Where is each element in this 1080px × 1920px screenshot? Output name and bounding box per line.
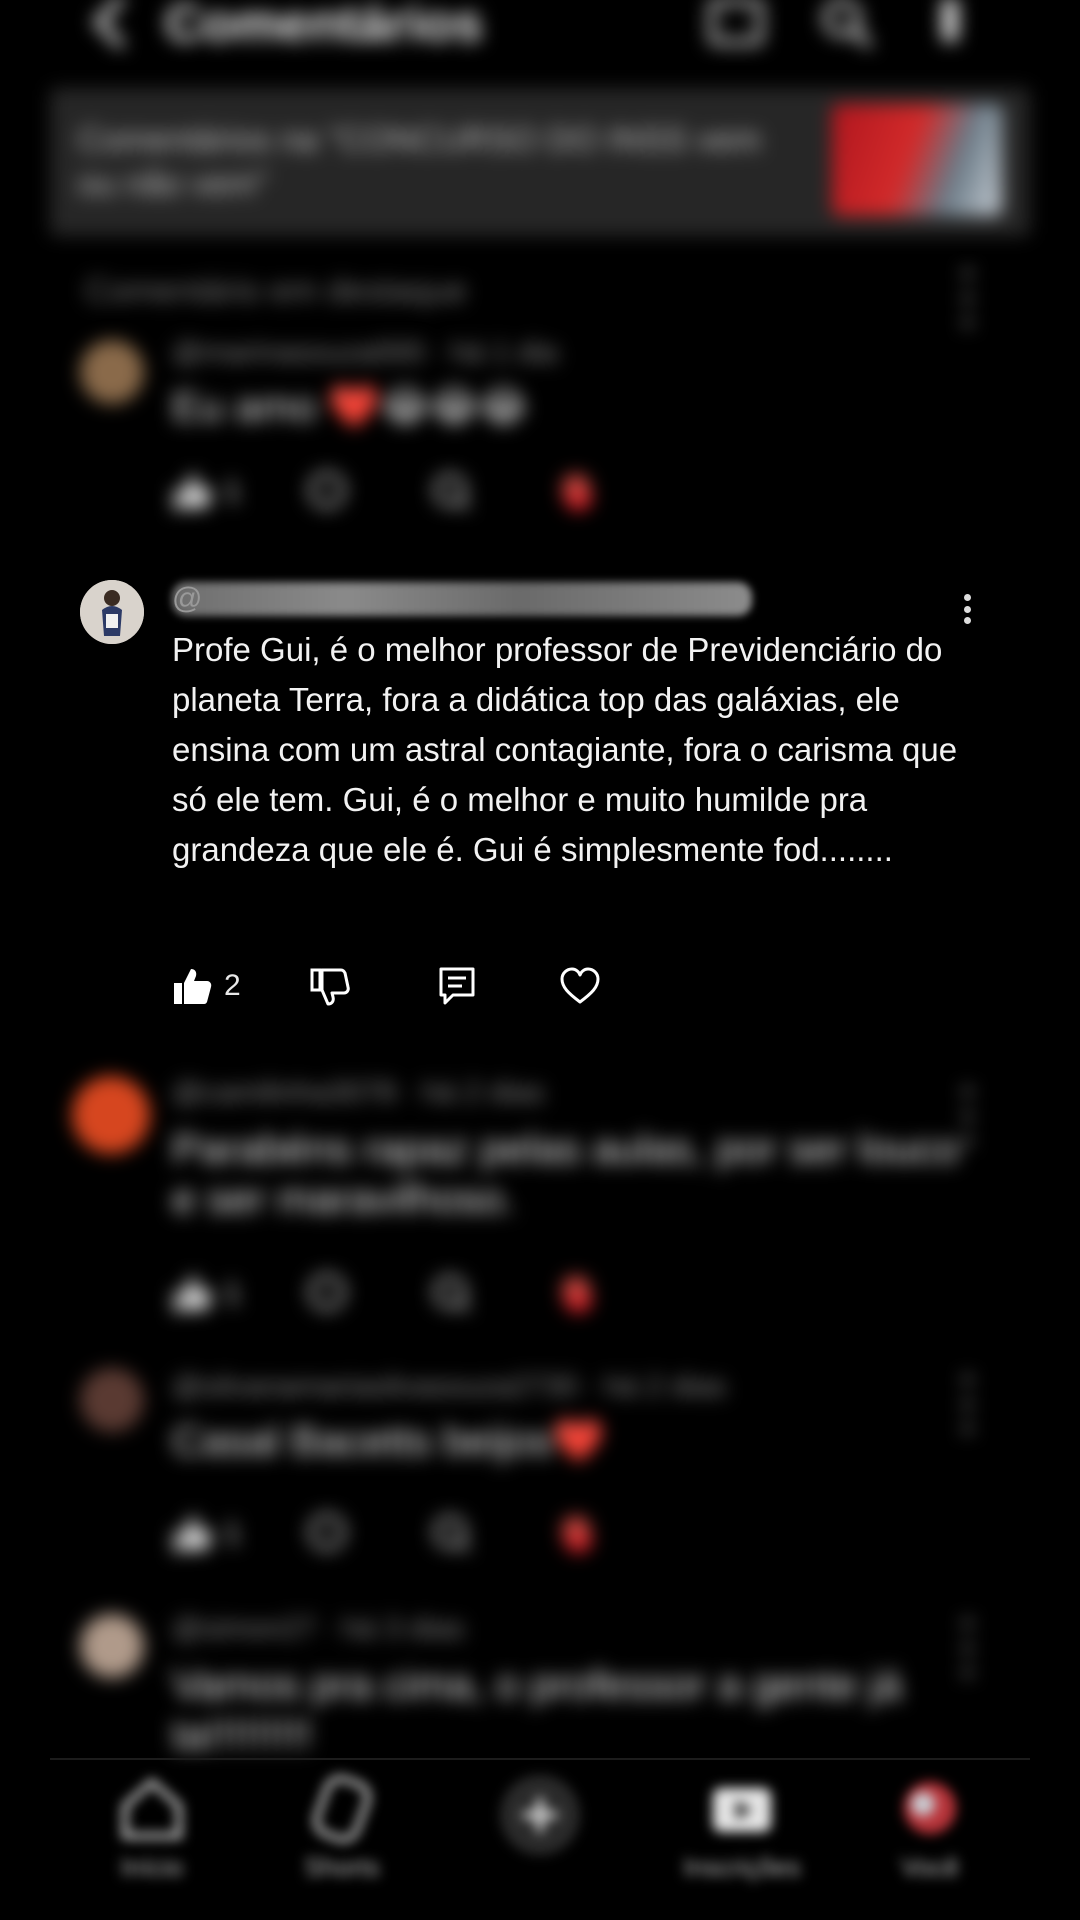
- reply-button[interactable]: [430, 1508, 474, 1560]
- creator-heart-icon: [562, 1516, 592, 1554]
- reply-icon: [434, 474, 470, 510]
- more-vertical-icon[interactable]: [930, 0, 970, 50]
- nav-subscriptions[interactable]: Inscrições: [662, 1774, 822, 1894]
- like-count: 1: [224, 475, 241, 508]
- comment-more-icon[interactable]: [952, 1376, 982, 1432]
- creator-heart-icon: [562, 474, 592, 512]
- creator-heart-badge: [558, 1268, 602, 1320]
- cast-icon[interactable]: [706, 0, 766, 50]
- comment-actions: 1: [170, 1268, 690, 1320]
- thumbs-up-icon: [174, 969, 212, 1004]
- comment-handle[interactable]: @silvanamariasilvasouza2730 · há 2 dias: [172, 1370, 726, 1404]
- like-button[interactable]: 1: [170, 466, 241, 518]
- thumbs-up-icon: [174, 1276, 212, 1312]
- comment-text: Eu amo ❤️😂😂😂: [172, 383, 528, 430]
- like-button[interactable]: 2: [170, 960, 241, 1012]
- dislike-button[interactable]: [305, 1508, 349, 1560]
- thumbs-down-icon: [309, 1514, 345, 1550]
- section-label: Comentário em destaque: [85, 272, 467, 310]
- nav-label: Você: [901, 1852, 959, 1882]
- search-icon[interactable]: [816, 0, 876, 50]
- create-plus-icon: [500, 1775, 580, 1855]
- thumbs-down-icon: [309, 1274, 345, 1310]
- dislike-button[interactable]: [305, 466, 349, 518]
- back-arrow-icon[interactable]: [80, 0, 140, 52]
- nav-create[interactable]: [460, 1774, 620, 1894]
- reply-icon: [439, 967, 475, 1005]
- thumbs-up-icon: [174, 474, 212, 510]
- heart-button[interactable]: [558, 960, 602, 1012]
- comment-text: Casal Bacetts beijos❤️: [172, 1417, 605, 1464]
- avatar[interactable]: [80, 340, 144, 404]
- nav-label: Shorts: [304, 1852, 380, 1882]
- avatar[interactable]: [80, 1368, 144, 1432]
- home-icon: [122, 1777, 182, 1839]
- video-thumbnail[interactable]: [832, 104, 1002, 216]
- nav-label: Início: [120, 1852, 184, 1882]
- nav-you[interactable]: Você: [850, 1774, 1010, 1894]
- avatar[interactable]: [72, 1076, 150, 1154]
- video-title: Comentários na "CONCURSO DO INSS vem ou …: [78, 121, 761, 203]
- top-app-bar: Comentários: [0, 0, 1080, 70]
- avatar[interactable]: [80, 1614, 144, 1678]
- comment-actions: 1: [170, 466, 690, 518]
- comment-more-icon[interactable]: [952, 594, 982, 624]
- comment-handle-redacted[interactable]: [172, 582, 752, 616]
- thumbs-down-icon: [310, 968, 350, 1006]
- avatar[interactable]: [80, 580, 144, 644]
- like-count: 1: [224, 1277, 241, 1310]
- comment-text: Parabéns rapaz pelas aulas, por ser louc…: [172, 1125, 959, 1222]
- reply-icon: [434, 1516, 470, 1552]
- comment-handle-prefix: @: [172, 582, 203, 615]
- heart-icon: [560, 967, 600, 1004]
- avatar-photo: [80, 580, 144, 644]
- like-button[interactable]: 1: [170, 1508, 241, 1560]
- bottom-navigation: Início Shorts Inscrições Você: [50, 1758, 1030, 1920]
- nav-label: Inscrições: [683, 1852, 801, 1882]
- creator-heart-badge: [558, 466, 602, 518]
- comment-actions: 1: [170, 1508, 690, 1560]
- nav-shorts[interactable]: Shorts: [262, 1774, 422, 1894]
- shorts-icon: [313, 1775, 371, 1843]
- comment-more-icon[interactable]: [952, 1088, 982, 1144]
- comment-more-icon[interactable]: [952, 1620, 982, 1676]
- reply-button[interactable]: [430, 1268, 474, 1320]
- video-info-banner[interactable]: Comentários na "CONCURSO DO INSS vem ou …: [50, 88, 1030, 236]
- reply-icon: [434, 1276, 470, 1312]
- comment-handle[interactable]: @marinasouza000 · há 1 dia: [172, 336, 558, 370]
- subscriptions-icon: [713, 1788, 771, 1832]
- comment-handle[interactable]: @camilinha3078 · há 2 dias: [172, 1076, 544, 1110]
- comment-text: Profe Gui, é o melhor professor de Previ…: [172, 631, 958, 868]
- reply-button[interactable]: [430, 466, 474, 518]
- comment-text: Vamos pra cima, o professor a gente já t…: [172, 1661, 902, 1758]
- nav-home[interactable]: Início: [72, 1774, 232, 1894]
- section-more-icon[interactable]: [952, 270, 982, 326]
- dislike-button[interactable]: [308, 960, 352, 1012]
- comment-actions: 2: [170, 960, 690, 1012]
- thumbs-up-icon: [174, 1516, 212, 1552]
- like-count: 1: [224, 1517, 241, 1550]
- thumbs-down-icon: [309, 472, 345, 508]
- like-count: 2: [224, 969, 241, 1002]
- page-title: Comentários: [165, 0, 483, 53]
- creator-heart-badge: [558, 1508, 602, 1560]
- creator-heart-icon: [562, 1276, 592, 1314]
- comment-handle[interactable]: @simon27 · há 3 dias: [172, 1612, 464, 1646]
- like-button[interactable]: 1: [170, 1268, 241, 1320]
- reply-button[interactable]: [435, 960, 479, 1012]
- profile-avatar-icon: [904, 1782, 956, 1834]
- dislike-button[interactable]: [305, 1268, 349, 1320]
